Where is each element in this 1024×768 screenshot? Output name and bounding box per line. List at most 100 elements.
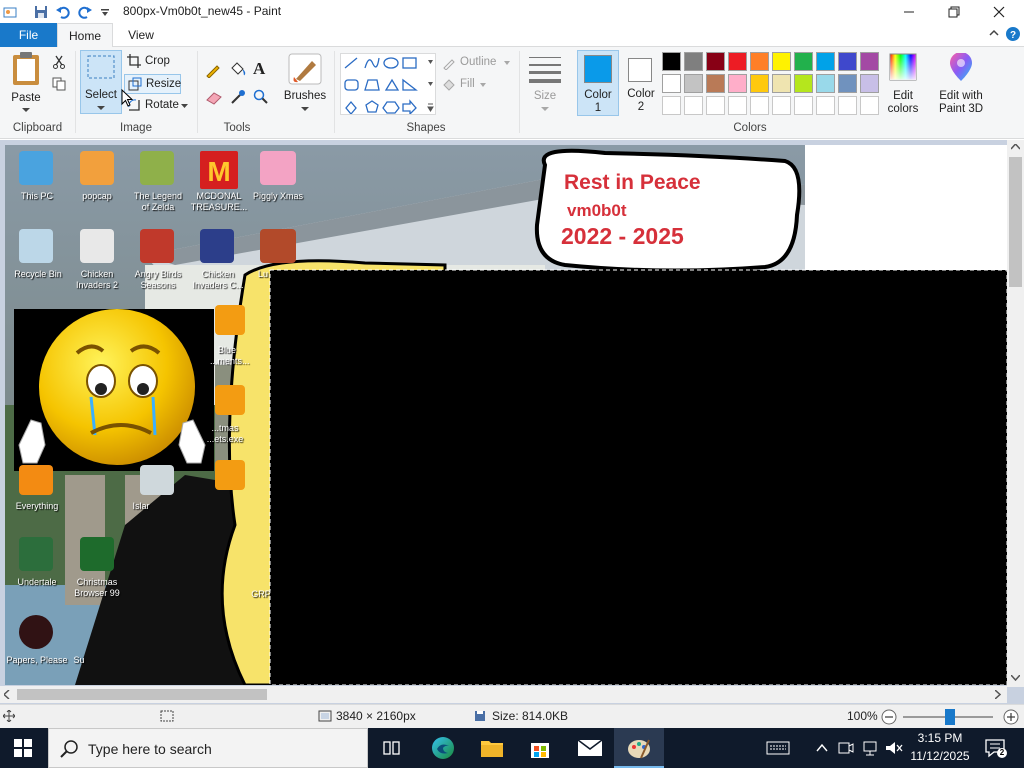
paint-taskbar-button[interactable] [614, 728, 664, 768]
palette-swatch[interactable] [728, 52, 747, 71]
palette-swatch[interactable] [772, 74, 791, 93]
show-hidden-icons[interactable] [816, 742, 828, 756]
fill-dropdown[interactable]: Fill [442, 77, 512, 93]
text-tool-icon[interactable]: A [253, 59, 265, 79]
size-button[interactable]: Size [523, 51, 567, 113]
meet-now-icon[interactable] [838, 740, 854, 759]
palette-custom-slot[interactable] [816, 96, 835, 115]
desktop-icon-piggly: Piggly Xmas [252, 191, 304, 201]
collapse-ribbon-icon[interactable] [988, 27, 1000, 42]
scroll-right-icon[interactable] [995, 690, 1001, 699]
vertical-scroll-thumb[interactable] [1009, 157, 1022, 287]
pencil-icon[interactable] [205, 62, 221, 81]
minimize-button[interactable] [886, 0, 932, 23]
scroll-up-icon[interactable] [1011, 144, 1020, 150]
eraser-icon[interactable] [205, 91, 223, 108]
select-button[interactable]: Select [80, 50, 122, 114]
palette-custom-slot[interactable] [772, 96, 791, 115]
palette-swatch[interactable] [816, 52, 835, 71]
paint-app-icon[interactable] [2, 4, 18, 20]
palette-custom-slot[interactable] [728, 96, 747, 115]
search-placeholder: Type here to search [88, 741, 212, 757]
crop-button[interactable]: Crop [127, 53, 179, 70]
zoom-slider-thumb[interactable] [945, 709, 955, 725]
palette-swatch[interactable] [706, 52, 725, 71]
palette-swatch[interactable] [838, 74, 857, 93]
edit-colors-label: Edit colors [887, 90, 919, 115]
tab-view[interactable]: View [113, 23, 169, 47]
palette-swatch[interactable] [684, 74, 703, 93]
shapes-group-label: Shapes [406, 122, 446, 134]
palette-custom-slot[interactable] [750, 96, 769, 115]
color1-button[interactable]: Color 1 [577, 50, 619, 116]
palette-custom-slot[interactable] [794, 96, 813, 115]
selection-size-icon [160, 710, 174, 725]
palette-custom-slot[interactable] [662, 96, 681, 115]
clock-time[interactable]: 3:15 PM [905, 731, 975, 745]
scroll-down-icon[interactable] [1011, 675, 1020, 681]
color-picker-icon[interactable] [230, 89, 246, 108]
color2-button[interactable]: Color 2 [621, 50, 661, 116]
palette-custom-slot[interactable] [706, 96, 725, 115]
palette-custom-slot[interactable] [860, 96, 879, 115]
keyboard-icon[interactable] [766, 741, 790, 758]
tab-file[interactable]: File [0, 23, 57, 47]
palette-swatch[interactable] [860, 74, 879, 93]
undo-icon[interactable] [55, 4, 71, 20]
horizontal-scroll-thumb[interactable] [17, 689, 267, 700]
palette-swatch[interactable] [662, 74, 681, 93]
restore-button[interactable] [931, 0, 977, 23]
fill-bucket-icon[interactable] [229, 61, 247, 80]
vertical-scrollbar[interactable] [1007, 140, 1024, 687]
task-view-icon[interactable] [383, 739, 401, 760]
horizontal-scrollbar[interactable] [0, 686, 1007, 703]
edit-with-paint3d-button[interactable]: Edit with Paint 3D [930, 51, 992, 115]
taskbar-search-box[interactable]: Type here to search [48, 728, 368, 768]
image-group-label: Image [120, 122, 152, 134]
palette-swatch[interactable] [794, 74, 813, 93]
palette-swatch[interactable] [750, 52, 769, 71]
magnifier-icon[interactable] [253, 89, 269, 108]
palette-swatch[interactable] [794, 52, 813, 71]
palette-custom-slot[interactable] [684, 96, 703, 115]
customize-quick-access-icon[interactable] [97, 4, 113, 20]
volume-muted-icon[interactable] [885, 740, 903, 759]
edit-colors-button[interactable]: Edit colors [882, 51, 924, 115]
help-icon[interactable]: ? [1005, 26, 1021, 45]
edge-icon[interactable] [431, 736, 455, 763]
save-icon[interactable] [33, 4, 49, 20]
palette-swatch[interactable] [662, 52, 681, 71]
palette-swatch[interactable] [772, 52, 791, 71]
ribbon: Paste Clipboard Select Crop Resize Rotat… [0, 47, 1024, 139]
scroll-left-icon[interactable] [4, 690, 10, 699]
palette-swatch[interactable] [750, 74, 769, 93]
crop-icon [127, 54, 141, 68]
close-button[interactable] [976, 0, 1022, 23]
notifications-icon[interactable]: 2 [984, 738, 1007, 761]
zoom-out-button[interactable] [881, 709, 897, 728]
palette-swatch[interactable] [838, 52, 857, 71]
palette-swatch[interactable] [706, 74, 725, 93]
rotate-button[interactable]: Rotate [127, 97, 191, 114]
palette-swatch[interactable] [684, 52, 703, 71]
store-icon[interactable] [528, 736, 552, 763]
outline-dropdown[interactable]: Outline [442, 55, 512, 71]
shapes-gallery[interactable] [340, 53, 436, 116]
windows-start-icon[interactable] [14, 739, 32, 760]
cut-icon[interactable] [52, 55, 66, 72]
image-canvas[interactable]: M This PC popcap The Legend of Zelda MCD… [5, 145, 1007, 685]
network-icon[interactable] [862, 740, 878, 759]
palette-swatch[interactable] [728, 74, 747, 93]
brushes-button[interactable]: Brushes [280, 51, 330, 113]
copy-icon[interactable] [52, 77, 66, 94]
palette-swatch[interactable] [816, 74, 835, 93]
clock-date[interactable]: 11/12/2025 [905, 749, 975, 763]
palette-custom-slot[interactable] [838, 96, 857, 115]
file-explorer-icon[interactable] [480, 737, 504, 762]
palette-swatch[interactable] [860, 52, 879, 71]
zoom-in-button[interactable] [1003, 709, 1019, 728]
tab-home[interactable]: Home [57, 23, 113, 48]
mail-icon[interactable] [577, 738, 603, 761]
paste-button[interactable]: Paste [5, 51, 47, 113]
redo-icon[interactable] [77, 4, 93, 20]
